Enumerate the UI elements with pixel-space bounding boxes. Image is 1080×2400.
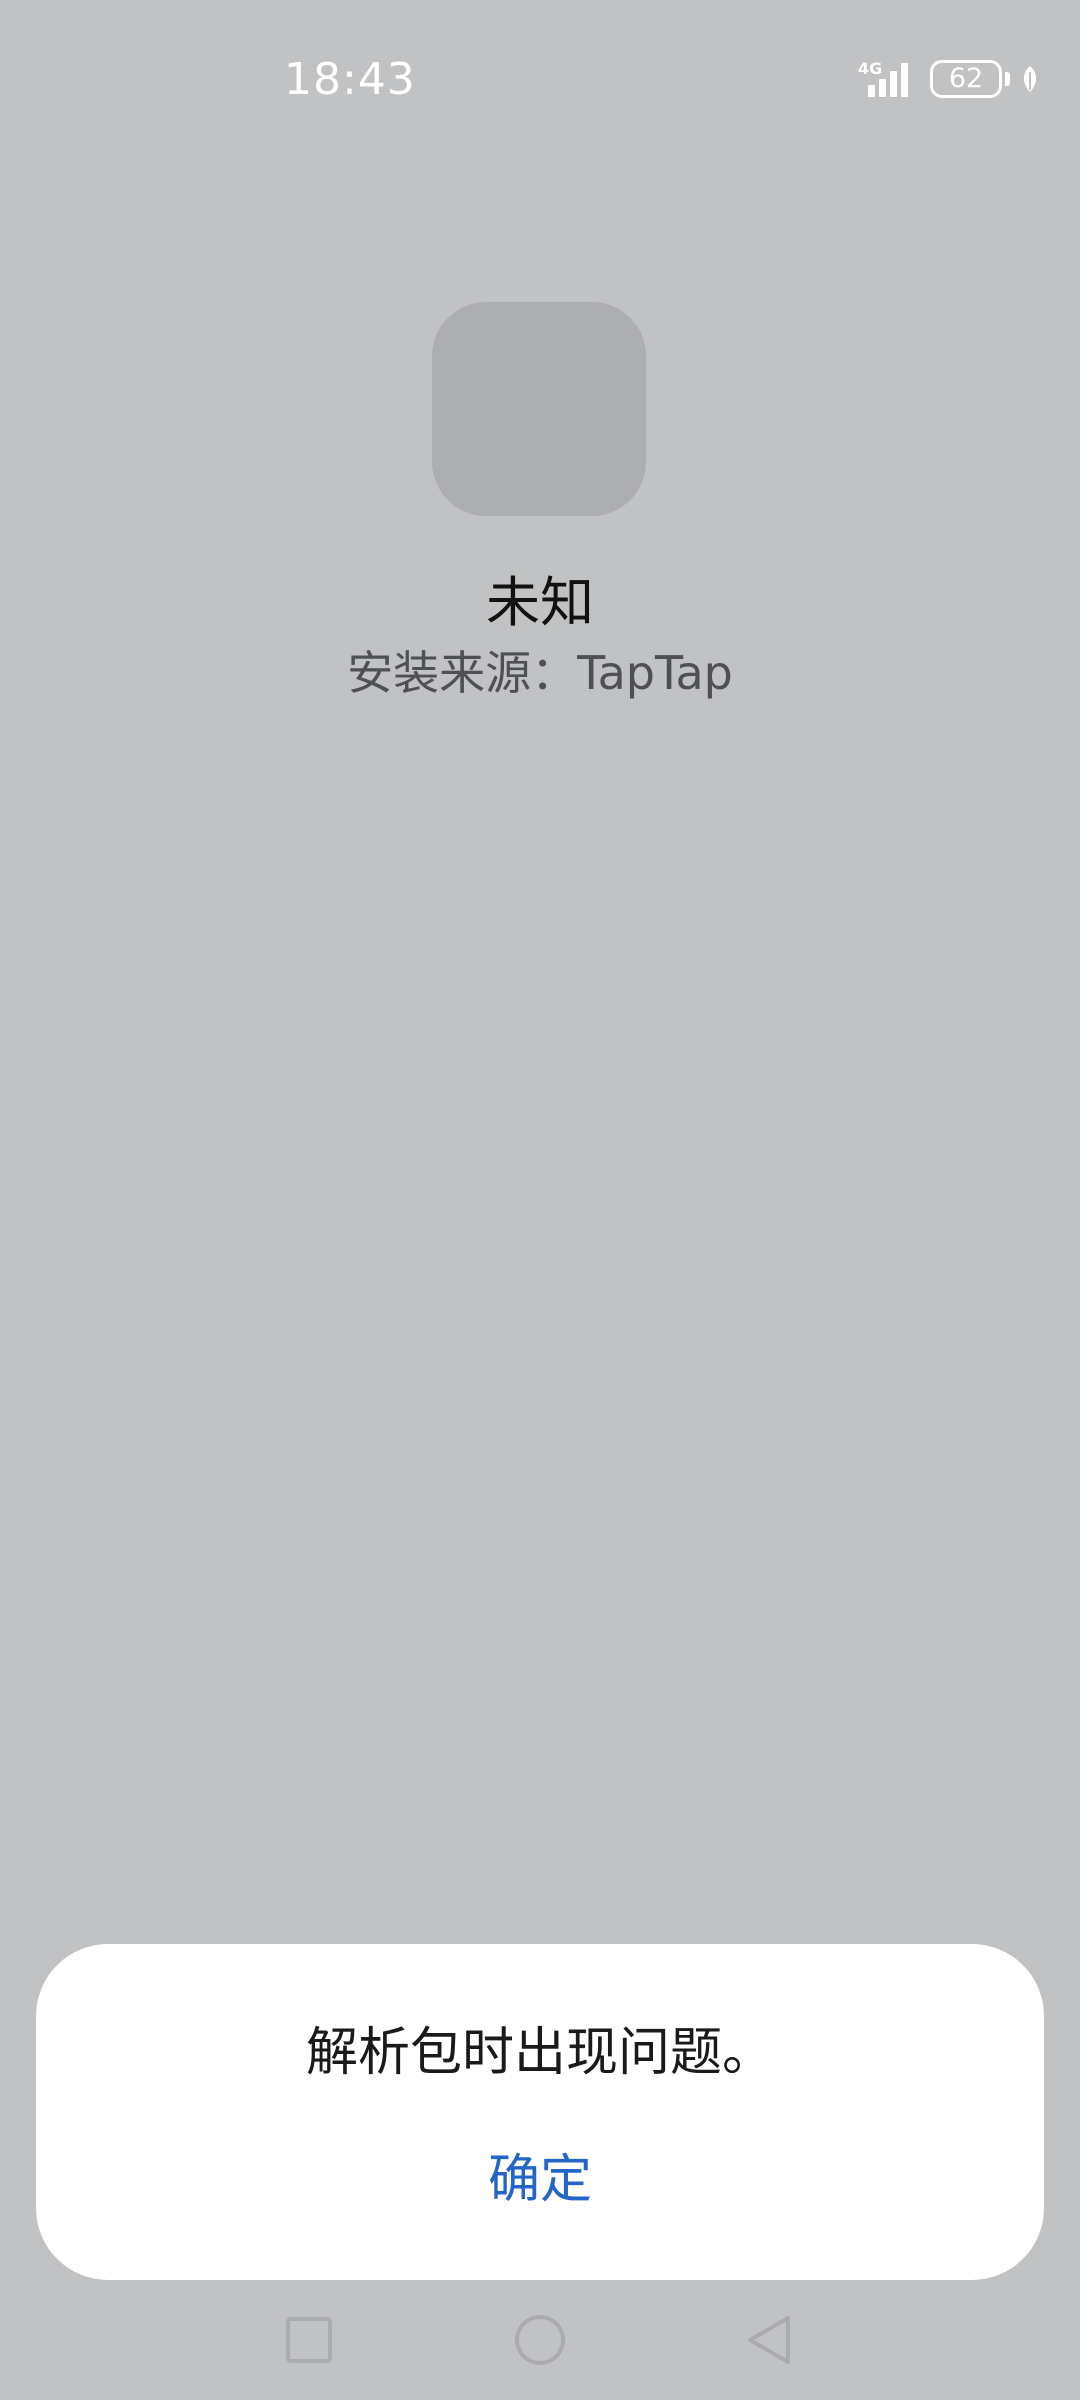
battery-icon: 62 — [930, 60, 1002, 98]
home-button[interactable] — [485, 2290, 595, 2390]
install-source: 安装来源：TapTap — [347, 646, 733, 700]
back-button[interactable] — [714, 2290, 824, 2390]
leaf-icon — [1024, 66, 1036, 92]
status-time: 18:43 — [284, 54, 416, 105]
status-icons: 4G 62 — [858, 56, 1040, 102]
back-triangle-icon — [748, 2316, 790, 2364]
dialog-message: 解析包时出现问题。 — [305, 2023, 774, 2083]
battery-level: 62 — [948, 63, 984, 94]
recents-button[interactable] — [254, 2290, 364, 2390]
confirm-button[interactable]: 确定 — [440, 2142, 640, 2218]
error-dialog: 解析包时出现问题。 确定 — [36, 1944, 1044, 2280]
app-name: 未知 — [486, 571, 594, 634]
battery-tip — [1005, 72, 1010, 86]
navigation-bar — [0, 2290, 1080, 2400]
recents-square-icon — [286, 2317, 332, 2363]
signal-icon: 4G — [858, 59, 916, 99]
home-circle-icon — [515, 2315, 565, 2365]
app-placeholder-icon — [432, 302, 646, 516]
status-bar: 18:43 4G 62 — [0, 0, 1080, 160]
network-type-label: 4G — [858, 59, 883, 78]
